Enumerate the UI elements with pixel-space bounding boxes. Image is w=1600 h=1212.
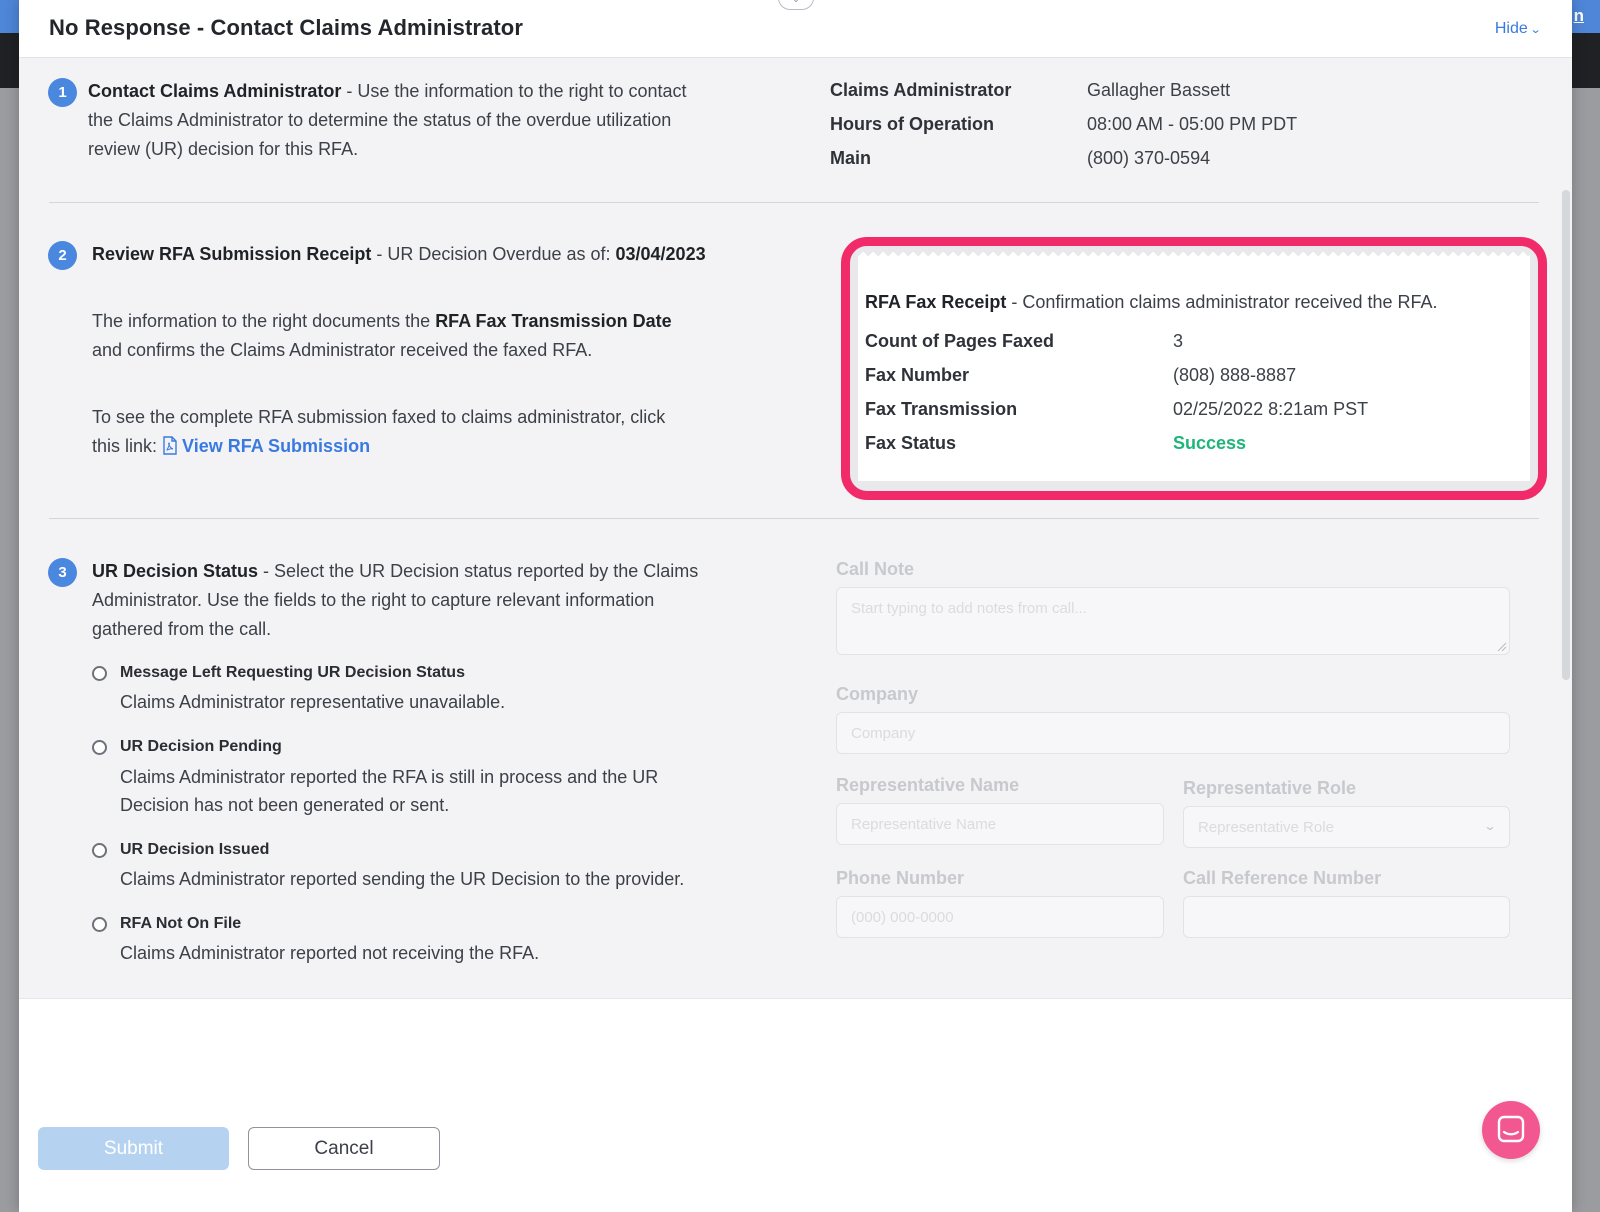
option-desc: Claims Administrator reported the RFA is…: [120, 767, 659, 787]
call-ref-label: Call Reference Number: [1183, 868, 1382, 888]
view-rfa-submission-label: View RFA Submission: [182, 436, 371, 456]
call-ref-input[interactable]: [1183, 896, 1510, 938]
company-input[interactable]: [836, 712, 1510, 754]
chevron-down-icon: ⌄: [1529, 24, 1542, 36]
call-note-label: Call Note: [836, 559, 915, 579]
rep-role-select[interactable]: [1183, 806, 1510, 848]
chat-launcher-button[interactable]: [1482, 1101, 1540, 1159]
main-phone-value: (800) 370-0594: [1087, 148, 1211, 168]
step-1-title: Contact Claims Administrator: [88, 81, 342, 101]
para1-bold: RFA Fax Transmission Date: [435, 311, 672, 331]
option-desc: Claims Administrator representative unav…: [120, 692, 506, 712]
claims-admin-value: Gallagher Bassett: [1087, 80, 1231, 100]
company-label: Company: [836, 684, 919, 704]
step-3-text-line3: gathered from the call.: [92, 619, 272, 639]
fax-number-label: Fax Number: [865, 365, 970, 385]
receipt-torn-edge: [858, 252, 1530, 260]
para2-prefix: this link:: [92, 436, 163, 456]
resize-grip-icon[interactable]: [1497, 642, 1507, 652]
option-title[interactable]: RFA Not On File: [120, 915, 241, 933]
app-corner-link[interactable]: n: [1574, 6, 1584, 26]
fax-transmission-value: 02/25/2022 8:21am PST: [1173, 399, 1369, 419]
hide-button[interactable]: Hide ⌄: [1494, 20, 1542, 38]
step-1-text: - Use the information to the right to co…: [341, 81, 687, 101]
chevron-down-icon[interactable]: ⌄: [778, 0, 814, 10]
step-1-text-line2: the Claims Administrator to determine th…: [88, 110, 672, 130]
para2-line1: To see the complete RFA submission faxed…: [92, 407, 666, 427]
cancel-button[interactable]: Cancel: [248, 1127, 440, 1170]
fax-receipt-header: RFA Fax Receipt - Confirmation claims ad…: [865, 288, 1505, 317]
modal-footer: Submit Cancel: [19, 998, 1572, 1212]
overdue-date: 03/04/2023: [615, 244, 706, 264]
radio-ur-issued[interactable]: [92, 843, 107, 858]
overdue-prefix: - UR Decision Overdue as of:: [371, 244, 616, 264]
call-note-textarea[interactable]: [836, 587, 1510, 655]
modal-title: No Response - Contact Claims Administrat…: [49, 15, 524, 40]
hours-label: Hours of Operation: [830, 114, 995, 134]
option-desc: Claims Administrator reported not receiv…: [120, 943, 540, 963]
option-desc: Claims Administrator reported sending th…: [120, 869, 685, 889]
radio-rfa-not-on-file[interactable]: [92, 917, 107, 932]
modal-header: ⌄ No Response - Contact Claims Administr…: [19, 0, 1572, 58]
pages-faxed-label: Count of Pages Faxed: [865, 331, 1055, 351]
fax-transmission-label: Fax Transmission: [865, 399, 1018, 419]
step-2-paragraph-1: The information to the right documents t…: [92, 307, 752, 365]
radio-message-left[interactable]: [92, 666, 107, 681]
step-1-text-line3: review (UR) decision for this RFA.: [88, 139, 359, 159]
step-3-text: - Select the UR Decision status reported…: [258, 561, 699, 581]
option-title[interactable]: Message Left Requesting UR Decision Stat…: [120, 664, 465, 682]
fax-number-value: (808) 888-8887: [1173, 365, 1297, 385]
step-3-badge: 3: [48, 558, 77, 587]
step-2-badge: 2: [48, 241, 77, 270]
para1-text: The information to the right documents t…: [92, 311, 436, 331]
view-rfa-submission-link[interactable]: View RFA Submission: [162, 436, 370, 456]
option-desc: Decision has not been generated or sent.: [120, 795, 450, 815]
option-title[interactable]: UR Decision Issued: [120, 841, 269, 859]
contact-claims-modal: ⌄ No Response - Contact Claims Administr…: [19, 0, 1572, 1212]
pages-faxed-value: 3: [1173, 331, 1184, 351]
claims-admin-label: Claims Administrator: [830, 80, 1012, 100]
chat-icon: [1497, 1115, 1525, 1143]
phone-input[interactable]: [836, 896, 1164, 938]
step-2-title: Review RFA Submission Receipt: [92, 244, 372, 264]
scrollbar[interactable]: [1562, 190, 1570, 680]
step-2-header: Review RFA Submission Receipt - UR Decis…: [92, 240, 792, 269]
step-3-title: UR Decision Status: [92, 561, 259, 581]
rep-name-label: Representative Name: [836, 775, 1020, 795]
rep-name-input[interactable]: [836, 803, 1164, 845]
step-1-badge: 1: [48, 78, 77, 107]
submit-button[interactable]: Submit: [38, 1127, 229, 1170]
option-title[interactable]: UR Decision Pending: [120, 738, 282, 756]
radio-ur-pending[interactable]: [92, 740, 107, 755]
step-2-paragraph-2: To see the complete RFA submission faxed…: [92, 403, 772, 461]
step-3-description: UR Decision Status - Select the UR Decis…: [92, 557, 772, 644]
fax-receipt-subtitle: - Confirmation claims administrator rece…: [1006, 292, 1438, 312]
phone-label: Phone Number: [836, 868, 965, 888]
step-1-description: Contact Claims Administrator - Use the i…: [88, 77, 748, 164]
hours-value: 08:00 AM - 05:00 PM PDT: [1087, 114, 1298, 134]
pdf-file-icon: [163, 436, 177, 455]
step-3-text-line2: Administrator. Use the fields to the rig…: [92, 590, 655, 610]
main-phone-label: Main: [830, 148, 872, 168]
fax-status-label: Fax Status: [865, 433, 957, 453]
para1-line2: and confirms the Claims Administrator re…: [92, 340, 593, 360]
section-divider: [49, 202, 1539, 203]
section-divider: [49, 518, 1539, 519]
hide-label: Hide: [1494, 20, 1528, 37]
fax-receipt-title: RFA Fax Receipt: [865, 292, 1007, 312]
fax-status-value: Success: [1173, 433, 1247, 453]
chevron-down-icon: ⌄: [1483, 819, 1497, 833]
rep-role-label: Representative Role: [1183, 778, 1357, 798]
